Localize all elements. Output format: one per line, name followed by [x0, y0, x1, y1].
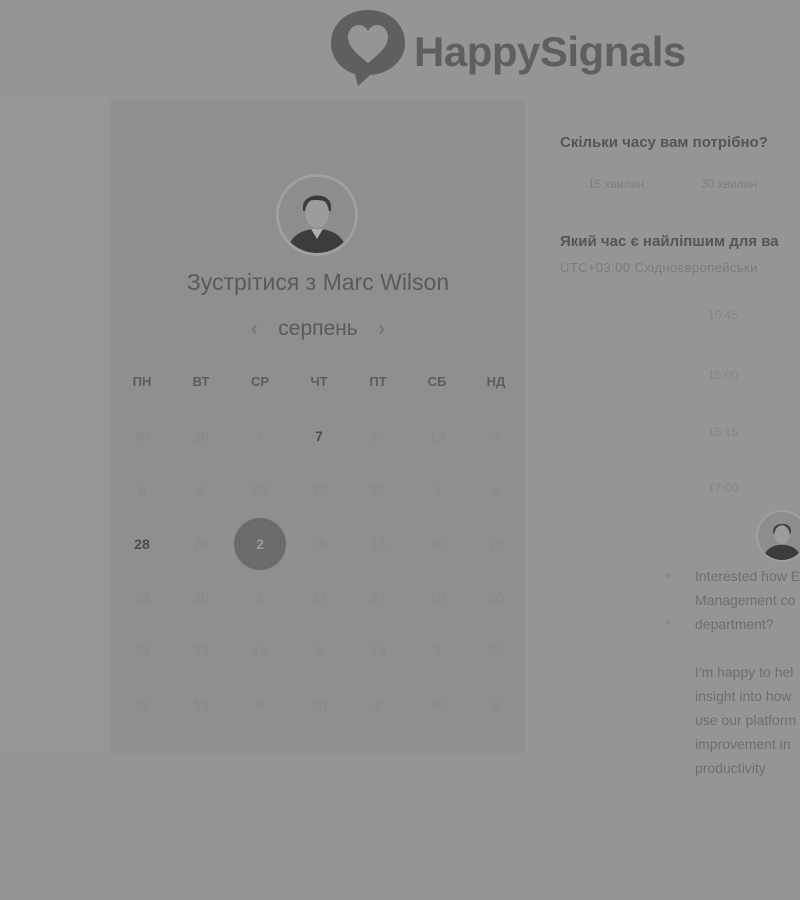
calendar-day[interactable]: 7: [293, 410, 345, 462]
calendar-day[interactable]: 7: [234, 410, 286, 462]
calendar-day[interactable]: 27: [352, 410, 404, 462]
calendar-day[interactable]: 26: [293, 518, 345, 570]
calendar-day[interactable]: 18: [352, 625, 404, 677]
calendar-day[interactable]: 1: [234, 572, 286, 624]
bullet-dot: [666, 620, 671, 625]
weekday-label: ВТ: [192, 374, 210, 389]
meeting-title: Зустрітися з Marc Wilson: [186, 269, 450, 295]
calendar-day[interactable]: 20: [234, 464, 286, 516]
calendar-day[interactable]: 23: [175, 625, 227, 677]
duration-option-15[interactable]: 15 хвилин: [588, 177, 644, 191]
heart-speech-bubble-icon: [331, 10, 405, 86]
calendar-day[interactable]: 25: [470, 518, 522, 570]
chat-line: productivity: [695, 760, 766, 776]
time-slot[interactable]: 15:00: [708, 368, 738, 382]
left-panel: [0, 97, 108, 752]
time-slot[interactable]: 10:45: [708, 308, 738, 322]
chat-line: use our platform: [695, 712, 797, 728]
booking-options: Скільки часу вам потрібно? 15 хвилин 30 …: [560, 0, 800, 900]
chat-line: I'm happy to hel: [695, 664, 794, 680]
calendar-day[interactable]: 4: [175, 464, 227, 516]
bullet-dot: [666, 573, 671, 578]
calendar-day[interactable]: 20: [175, 572, 227, 624]
chat-message-2: I'm happy to hel insight into how use ou…: [695, 660, 800, 780]
calendar-day[interactable]: 19: [175, 679, 227, 731]
calendar-day[interactable]: 27: [352, 572, 404, 624]
chat-line: Interested how E: [695, 568, 800, 584]
calendar-day[interactable]: 7: [470, 410, 522, 462]
calendar-day[interactable]: 28: [116, 518, 168, 570]
calendar-day[interactable]: 28: [116, 625, 168, 677]
calendar-day[interactable]: 9: [234, 679, 286, 731]
time-slot[interactable]: 15:15: [708, 425, 738, 439]
calendar-day[interactable]: 27: [293, 572, 345, 624]
person-icon: [758, 512, 800, 560]
duration-option-30[interactable]: 30 хвилин: [701, 177, 757, 191]
calendar-day[interactable]: 30: [411, 518, 463, 570]
duration-question: Скільки часу вам потрібно?: [560, 134, 768, 151]
calendar-day[interactable]: 8: [470, 679, 522, 731]
weekday-label: СБ: [427, 374, 447, 389]
month-label: серпень: [278, 317, 358, 340]
calendar-day[interactable]: 22: [116, 679, 168, 731]
calendar-day[interactable]: 29: [470, 625, 522, 677]
calendar-day[interactable]: 24: [116, 572, 168, 624]
calendar-day[interactable]: 15: [234, 625, 286, 677]
selected-day[interactable]: 2: [234, 518, 286, 570]
calendar-day[interactable]: 8: [352, 679, 404, 731]
calendar-day[interactable]: 22: [352, 464, 404, 516]
time-slot[interactable]: 17:00: [708, 481, 738, 495]
calendar-day[interactable]: 6: [116, 464, 168, 516]
calendar-day[interactable]: 13: [352, 518, 404, 570]
time-question: Який час є найліпшим для ва: [560, 233, 779, 250]
calendar-day[interactable]: 13: [411, 410, 463, 462]
weekday-label: СР: [250, 374, 270, 389]
weekday-label: ПТ: [369, 374, 387, 389]
calendar-day[interactable]: 4: [411, 464, 463, 516]
calendar-day[interactable]: 2: [293, 625, 345, 677]
chat-line: insight into how: [695, 688, 792, 704]
chat-line: department?: [695, 616, 774, 632]
calendar-day[interactable]: 19: [293, 464, 345, 516]
calendar-day[interactable]: 10: [411, 572, 463, 624]
chat-line: improvement in: [695, 736, 791, 752]
calendar-day[interactable]: 30: [116, 410, 168, 462]
weekday-label: НД: [486, 374, 506, 389]
calendar-day[interactable]: 3: [411, 625, 463, 677]
chat-line: Management co: [695, 592, 796, 608]
timezone-label[interactable]: UTC+03:00 Східноєвропейськи: [560, 260, 758, 275]
chevron-left-icon[interactable]: ‹: [243, 314, 266, 344]
weekday-label: ЧТ: [310, 374, 328, 389]
calendar-day[interactable]: 26: [175, 410, 227, 462]
calendar-day[interactable]: 26: [175, 518, 227, 570]
calendar-day[interactable]: 30: [293, 679, 345, 731]
person-icon: [279, 177, 355, 253]
chat-message-1: Interested how E Management co departmen…: [695, 564, 800, 636]
chevron-right-icon[interactable]: ›: [370, 314, 393, 344]
chat-avatar: [758, 512, 800, 560]
weekday-label: ПН: [132, 374, 152, 389]
calendar-day[interactable]: 6: [470, 464, 522, 516]
calendar-day[interactable]: 30: [411, 679, 463, 731]
calendar-day[interactable]: 20: [470, 572, 522, 624]
month-navigation: ‹ серпень ›: [111, 314, 525, 344]
host-avatar: [279, 177, 355, 253]
